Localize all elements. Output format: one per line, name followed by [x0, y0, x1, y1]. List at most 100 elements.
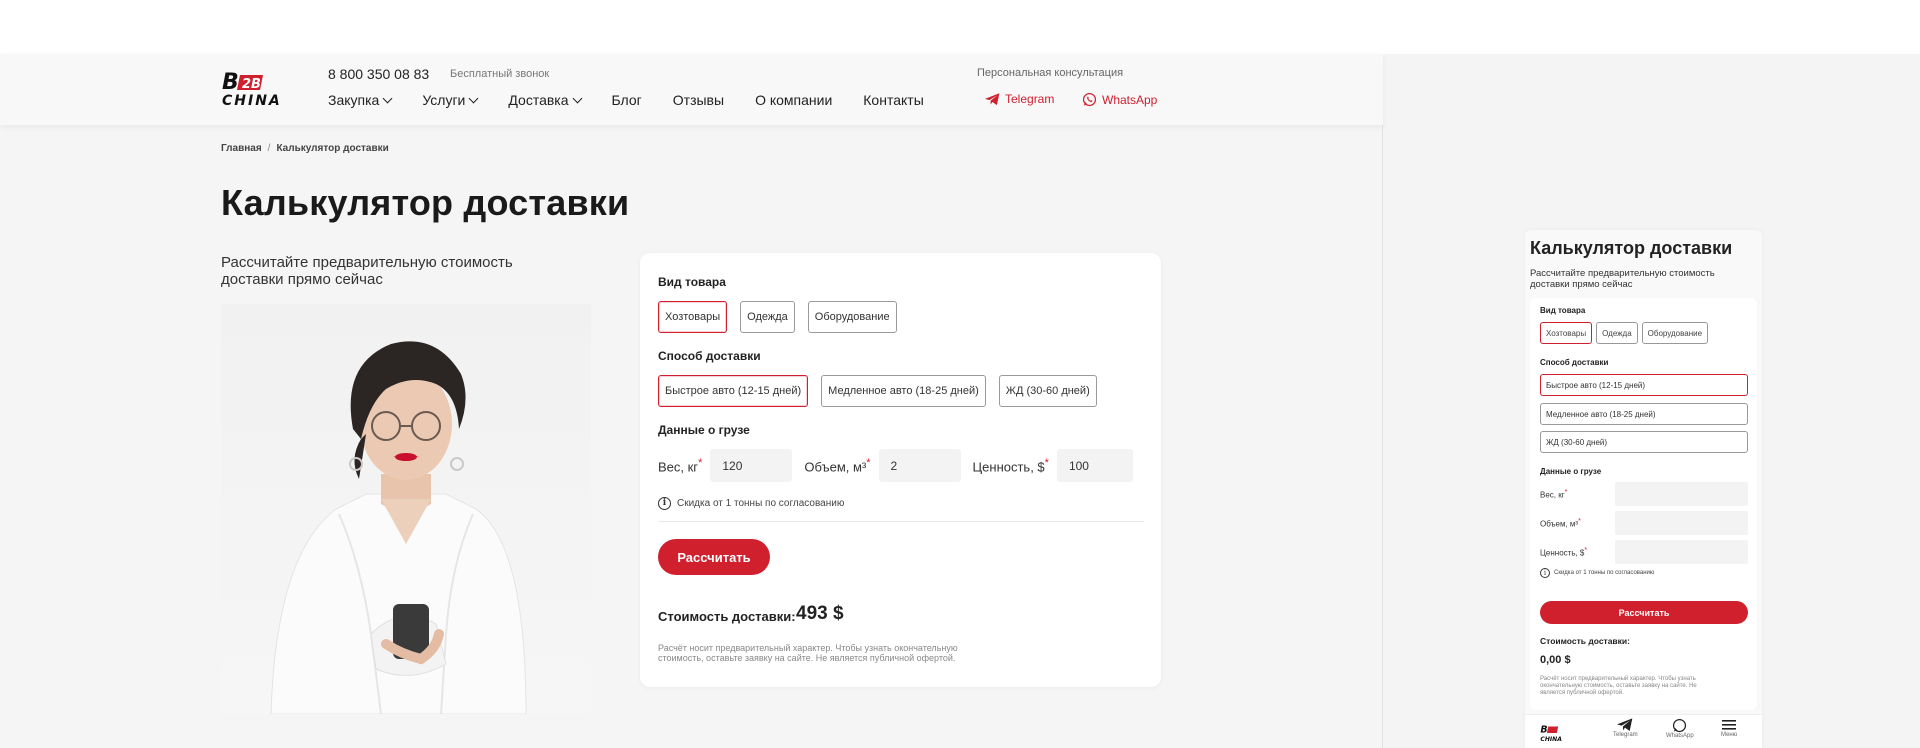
required-mark: *: [698, 456, 703, 469]
nav-item-purchase[interactable]: Закупка: [328, 92, 393, 108]
telegram-icon: [1617, 718, 1633, 731]
discount-note: i Скидка от 1 тонны по согласованию: [658, 497, 844, 510]
value-label-text: Ценность, $: [972, 459, 1045, 475]
mobile-delivery-option-rail[interactable]: ЖД (30-60 дней): [1540, 431, 1748, 453]
logo-mark-icon: B CHINA: [1540, 725, 1562, 743]
mobile-bottom-bar: B CHINA Telegram WhatsApp Меню: [1525, 714, 1762, 748]
telegram-label: Telegram: [1005, 92, 1055, 106]
mobile-tab-menu[interactable]: Меню: [1721, 718, 1737, 738]
cargo-fields: Вес, кг* 120 Объем, м³* 2 Ценность, $* 1…: [658, 449, 1133, 482]
mobile-logo[interactable]: B CHINA: [1540, 722, 1572, 744]
mobile-goods-type-label: Вид товара: [1540, 306, 1586, 315]
weight-label: Вес, кг*: [658, 457, 702, 474]
mobile-tab-whatsapp[interactable]: WhatsApp: [1666, 718, 1694, 739]
mobile-disclaimer: Расчёт носит предварительный характер. Ч…: [1540, 676, 1697, 696]
delivery-option-slow-auto[interactable]: Медленное авто (18-25 дней): [821, 375, 986, 407]
nav-label: Блог: [611, 92, 642, 108]
whatsapp-link[interactable]: WhatsApp: [1082, 92, 1157, 107]
mobile-logo-text: CHINA: [1540, 736, 1562, 743]
phone-number[interactable]: 8 800 350 08 83: [328, 66, 429, 82]
mobile-page-subtitle: Рассчитайте предварительную стоимость до…: [1530, 268, 1715, 290]
nav-label: Контакты: [863, 92, 924, 108]
site-header: B 2B CHINA 8 800 350 08 83 Бесплатный зв…: [0, 54, 1383, 125]
mobile-page-title: Калькулятор доставки: [1530, 238, 1733, 258]
volume-label: Объем, м³*: [804, 457, 870, 474]
mobile-volume-label: Объем, м³*: [1540, 518, 1581, 529]
divider: [658, 521, 1144, 522]
nav-label: Услуги: [422, 92, 466, 108]
mobile-cost-value: 0,00 $: [1540, 654, 1571, 666]
mobile-cargo-data-label: Данные о грузе: [1540, 467, 1602, 476]
delivery-method-options: Быстрое авто (12-15 дней) Медленное авто…: [658, 375, 1097, 407]
mobile-delivery-option-fast-auto[interactable]: Быстрое авто (12-15 дней): [1540, 374, 1748, 396]
mobile-calculator-card: Вид товара Хозтовары Одежда Оборудование…: [1530, 298, 1757, 710]
mobile-delivery-option-slow-auto[interactable]: Медленное авто (18-25 дней): [1540, 403, 1748, 425]
mobile-calculate-button[interactable]: Рассчитать: [1540, 601, 1748, 624]
cost-value: 493 $: [796, 603, 844, 624]
page-title: Калькулятор доставки: [221, 182, 630, 223]
phone-note: Бесплатный звонок: [450, 68, 550, 80]
mobile-volume-input[interactable]: [1615, 511, 1748, 535]
b2b-china-logo[interactable]: B 2B CHINA: [221, 68, 295, 112]
breadcrumb-separator: /: [267, 143, 271, 154]
nav-item-contacts[interactable]: Контакты: [863, 92, 923, 108]
mobile-value-label-text: Ценность, $: [1540, 548, 1585, 558]
breadcrumb-home[interactable]: Главная: [221, 143, 262, 154]
svg-text:B: B: [222, 70, 239, 95]
telegram-link[interactable]: Telegram: [985, 92, 1054, 106]
discount-note-text: Скидка от 1 тонны по согласованию: [677, 498, 845, 509]
nav-item-services[interactable]: Услуги: [422, 92, 479, 108]
mobile-volume-label-text: Объем, м³: [1540, 519, 1579, 529]
mobile-tab-label: WhatsApp: [1666, 733, 1694, 739]
required-mark: *: [866, 456, 871, 469]
delivery-option-rail[interactable]: ЖД (30-60 дней): [998, 375, 1097, 407]
mobile-goods-option-equipment[interactable]: Оборудование: [1641, 322, 1709, 344]
consultant-photo: [221, 304, 591, 714]
mobile-weight-row: Вес, кг*: [1540, 482, 1748, 506]
nav-label: Закупка: [328, 92, 380, 108]
value-label: Ценность, $*: [973, 457, 1049, 474]
chevron-down-icon: [382, 93, 393, 103]
info-icon: i: [1540, 568, 1550, 578]
logo-text: CHINA: [222, 93, 282, 109]
page-subtitle: Рассчитайте предварительную стоимость до…: [221, 254, 513, 288]
breadcrumb: Главная / Калькулятор доставки: [221, 143, 389, 154]
required-mark: *: [1564, 488, 1568, 496]
goods-option-equipment[interactable]: Оборудование: [807, 301, 897, 333]
cost-label: Стоимость доставки:: [658, 609, 796, 624]
calculator-card: Вид товара Хозтовары Одежда Оборудование…: [640, 253, 1161, 687]
mobile-tab-label: Telegram: [1613, 732, 1638, 738]
whatsapp-icon: [1673, 718, 1687, 733]
woman-with-phone-illustration: [270, 341, 527, 714]
value-input[interactable]: 100: [1056, 449, 1133, 482]
info-icon: i: [658, 497, 671, 510]
mobile-value-input[interactable]: [1615, 540, 1748, 564]
mobile-weight-label: Вес, кг*: [1540, 489, 1567, 500]
goods-option-household[interactable]: Хозтовары: [658, 301, 728, 333]
consultation-label: Персональная консультация: [977, 67, 1124, 79]
nav-item-reviews[interactable]: Отзывы: [673, 92, 724, 108]
mobile-goods-type-options: Хозтовары Одежда Оборудование: [1540, 322, 1709, 344]
volume-input[interactable]: 2: [878, 449, 961, 482]
delivery-option-fast-auto[interactable]: Быстрое авто (12-15 дней): [658, 375, 809, 407]
goods-type-label: Вид товара: [658, 275, 726, 289]
breadcrumb-current: Калькулятор доставки: [276, 143, 389, 154]
main-nav: Закупка Услуги Доставка Блог Отзывы О ко…: [328, 92, 955, 108]
nav-item-about[interactable]: О компании: [755, 92, 832, 108]
mobile-tab-telegram[interactable]: Telegram: [1613, 718, 1638, 738]
whatsapp-icon: [1082, 92, 1097, 107]
goods-option-clothes[interactable]: Одежда: [740, 301, 795, 333]
mobile-goods-option-clothes[interactable]: Одежда: [1596, 322, 1638, 344]
telegram-icon: [985, 92, 1000, 105]
calculate-button[interactable]: Рассчитать: [658, 539, 770, 575]
nav-item-delivery[interactable]: Доставка: [508, 92, 582, 108]
mobile-weight-input[interactable]: [1615, 482, 1748, 506]
mobile-volume-row: Объем, м³*: [1540, 511, 1748, 535]
required-mark: *: [1584, 546, 1588, 554]
weight-input[interactable]: 120: [710, 449, 793, 482]
mobile-goods-option-household[interactable]: Хозтовары: [1540, 322, 1593, 344]
mobile-value-label: Ценность, $*: [1540, 547, 1587, 558]
nav-item-blog[interactable]: Блог: [612, 92, 642, 108]
nav-label: Доставка: [508, 92, 569, 108]
mobile-view: Калькулятор доставки Рассчитайте предвар…: [1525, 230, 1762, 748]
